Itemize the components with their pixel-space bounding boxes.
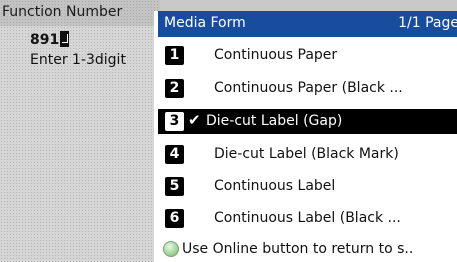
popup-footer: Use Online button to return to s.. <box>158 237 457 262</box>
menu-item-label: Continuous Label <box>214 178 336 194</box>
popup-title: Media Form <box>164 15 246 31</box>
checkmark-icon: ✔ <box>188 111 201 129</box>
number-1-icon: 1 <box>165 46 184 65</box>
function-number-value-field[interactable]: 891 <box>30 31 70 48</box>
number-3-icon: 3 <box>165 112 184 131</box>
menu-item-die-cut-label-gap[interactable]: 3 ✔ Die-cut Label (Gap) <box>158 109 457 134</box>
media-form-popup: Media Form 1/1 Page 1 Continuous Paper 2… <box>154 11 457 262</box>
number-2-icon: 2 <box>165 79 184 98</box>
menu-item-label: Continuous Label (Black ... <box>214 210 401 226</box>
menu-item-label: Die-cut Label (Gap) <box>206 113 343 129</box>
menu-item-label: Continuous Paper (Black ... <box>214 80 403 96</box>
function-number-hint: Enter 1-3digit <box>30 52 126 68</box>
online-button-icon <box>163 241 179 257</box>
popup-header: Media Form 1/1 Page <box>158 11 457 37</box>
footer-hint: Use Online button to return to s.. <box>182 241 414 257</box>
menu-item-die-cut-label-black-mark[interactable]: 4 Die-cut Label (Black Mark) <box>158 142 457 167</box>
menu-item-label: Continuous Paper <box>214 47 338 63</box>
text-cursor-icon <box>60 31 70 47</box>
function-number-header: Function Number <box>0 0 160 26</box>
number-4-icon: 4 <box>165 145 184 164</box>
menu-item-continuous-label-black-mark[interactable]: 6 Continuous Label (Black ... <box>158 206 457 231</box>
function-number-title: Function Number <box>2 4 123 20</box>
menu-item-label: Die-cut Label (Black Mark) <box>214 146 399 162</box>
number-5-icon: 5 <box>165 177 184 196</box>
menu-item-continuous-paper-black-mark[interactable]: 2 Continuous Paper (Black ... <box>158 76 457 101</box>
menu-item-continuous-paper[interactable]: 1 Continuous Paper <box>158 43 457 68</box>
function-number-value: 891 <box>30 32 60 48</box>
page-indicator: 1/1 Page <box>398 15 457 31</box>
number-6-icon: 6 <box>165 209 184 228</box>
menu-item-continuous-label[interactable]: 5 Continuous Label <box>158 174 457 199</box>
